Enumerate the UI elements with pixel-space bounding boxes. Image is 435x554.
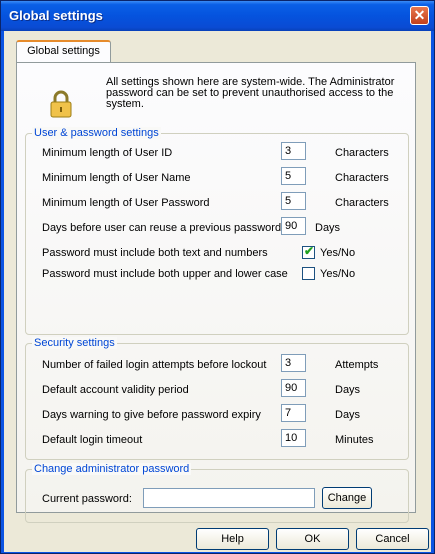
upper-lower-checkbox[interactable] (302, 267, 315, 280)
text-numbers-label: Password must include both text and numb… (42, 247, 268, 259)
current-password-input[interactable] (143, 488, 315, 508)
expiry-warning-unit: Days (335, 409, 361, 421)
intro-text: All settings shown here are system-wide.… (106, 76, 395, 110)
checkmark-icon: ✔ (304, 244, 315, 258)
upper-lower-unit: Yes/No (320, 268, 356, 280)
validity-period-input[interactable] (281, 379, 306, 397)
min-user-id-label: Minimum length of User ID (42, 147, 173, 159)
tab-global-settings[interactable]: Global settings (16, 40, 111, 62)
password-reuse-days-label: Days before user can reuse a previous pa… (42, 222, 282, 234)
min-user-name-unit: Characters (335, 172, 389, 184)
window-title: Global settings (9, 8, 103, 23)
expiry-warning-label: Days warning to give before password exp… (42, 409, 261, 421)
admin-password-group: Change administrator password Current pa… (25, 463, 409, 523)
min-user-password-unit: Characters (335, 197, 389, 209)
failed-attempts-unit: Attempts (335, 359, 379, 371)
password-reuse-days-input[interactable] (281, 217, 306, 235)
help-button[interactable]: Help (196, 528, 269, 550)
min-user-id-input[interactable] (281, 142, 306, 160)
user-password-settings-group: User & password settings Minimum length … (25, 127, 409, 335)
close-icon: ✕ (413, 7, 426, 23)
dialog-client-area: Global settings All settings shown here … (4, 31, 431, 552)
login-timeout-input[interactable] (281, 429, 306, 447)
text-numbers-checkbox[interactable]: ✔ (302, 244, 315, 259)
min-user-name-input[interactable] (281, 167, 306, 185)
min-user-id-unit: Characters (335, 147, 389, 159)
validity-period-unit: Days (335, 384, 361, 396)
close-button[interactable]: ✕ (410, 6, 429, 25)
security-legend: Security settings (32, 337, 117, 349)
min-user-password-label: Minimum length of User Password (42, 197, 210, 209)
lock-icon (50, 90, 72, 118)
validity-period-label: Default account validity period (42, 384, 189, 396)
cancel-button[interactable]: Cancel (356, 528, 429, 550)
login-timeout-unit: Minutes (335, 434, 374, 446)
tab-panel: All settings shown here are system-wide.… (16, 62, 416, 523)
upper-lower-label: Password must include both upper and low… (42, 268, 288, 280)
global-settings-dialog: Global settings ✕ Global settings All se… (0, 0, 435, 554)
title-bar[interactable]: Global settings ✕ (1, 1, 434, 31)
security-settings-group: Security settings Number of failed login… (25, 337, 409, 460)
admin-password-legend: Change administrator password (32, 463, 192, 475)
failed-attempts-input[interactable] (281, 354, 306, 372)
failed-attempts-label: Number of failed login attempts before l… (42, 359, 267, 371)
min-user-password-input[interactable] (281, 192, 306, 210)
user-password-legend: User & password settings (32, 127, 161, 139)
text-numbers-unit: Yes/No (320, 247, 356, 259)
current-password-label: Current password: (42, 493, 132, 505)
password-reuse-days-unit: Days (315, 222, 341, 234)
login-timeout-label: Default login timeout (42, 434, 143, 446)
change-password-button[interactable]: Change (322, 487, 372, 509)
min-user-name-label: Minimum length of User Name (42, 172, 191, 184)
ok-button[interactable]: OK (276, 528, 349, 550)
expiry-warning-input[interactable] (281, 404, 306, 422)
